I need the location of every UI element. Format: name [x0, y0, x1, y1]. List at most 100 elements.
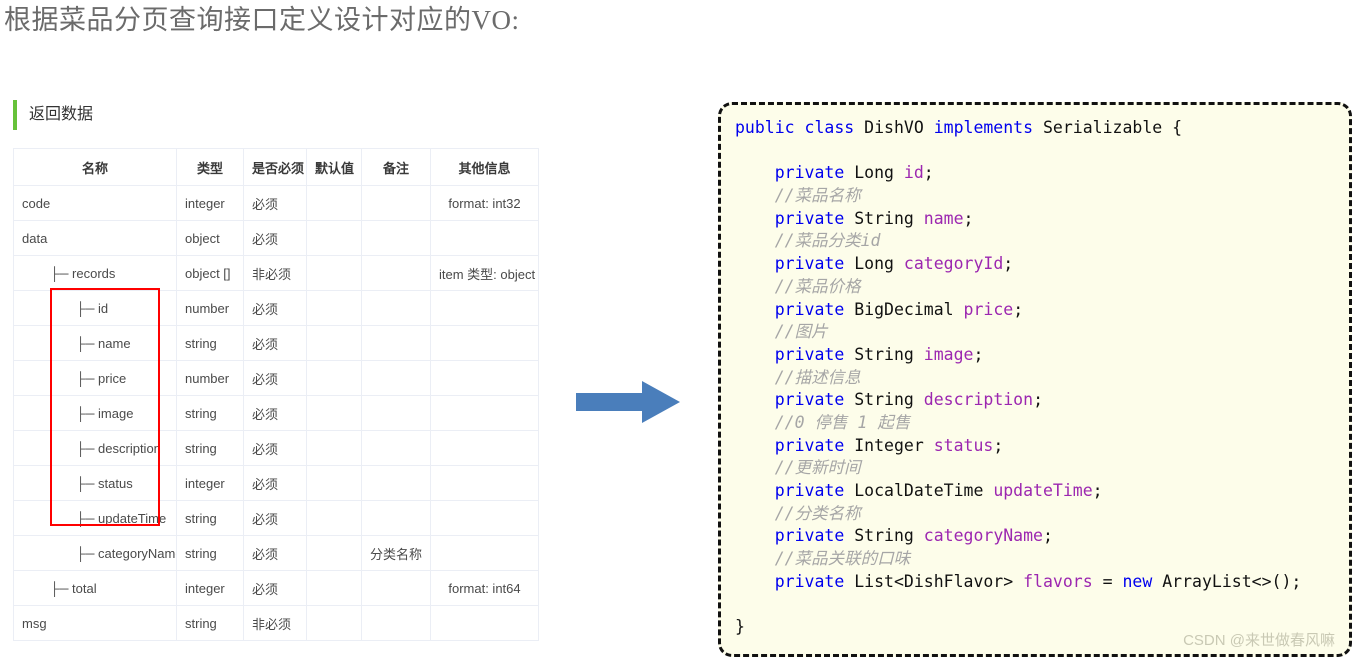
cell-field-note [361, 500, 431, 536]
code-line: private Long id; [735, 162, 1301, 185]
cell-field-required: 必须 [243, 220, 307, 256]
table-row: data object 必须 [13, 220, 539, 256]
table-body: code integer 必须 format: int32 data object 必须 ├─… [13, 185, 539, 641]
code-token: description [923, 390, 1034, 410]
code-token: image [923, 344, 974, 364]
code-token: private [774, 254, 845, 274]
cell-field-default [306, 255, 362, 291]
code-token: Long [854, 163, 894, 183]
table-row: ├─ image string 必须 [13, 395, 539, 431]
code-token: private [774, 390, 845, 410]
code-token: Serializable [1042, 118, 1163, 137]
code-token: ; [963, 208, 974, 228]
cell-field-name: ├─ price [13, 360, 177, 396]
code-token: ; [1003, 254, 1014, 274]
cell-field-default [306, 220, 362, 256]
cell-field-other [430, 535, 539, 571]
response-fields-table: 名称 类型 是否必须 默认值 备注 其他信息 code integer 必须 form… [13, 148, 539, 641]
code-line: private List<DishFlavor> flavors = new A… [735, 571, 1302, 594]
code-token: price [963, 299, 1014, 319]
code-token: implements [933, 118, 1034, 137]
cell-field-default [306, 185, 362, 221]
code-token: ; [1033, 390, 1043, 410]
code-token: String [854, 344, 914, 364]
cell-field-note [361, 290, 431, 326]
code-token: class [804, 118, 855, 137]
code-token: private [774, 481, 845, 500]
cell-field-name: ├─ description [13, 430, 177, 466]
cell-field-type: string [176, 395, 244, 431]
cell-field-name: ├─ records [13, 255, 177, 291]
cell-field-other: format: int32 [430, 185, 539, 221]
code-line: //描述信息 [735, 367, 1301, 390]
cell-field-default [306, 535, 362, 571]
watermark-text: CSDN @来世做春风嘛 [1183, 632, 1335, 649]
table-row: msg string 非必须 [13, 605, 539, 641]
cell-field-other [430, 395, 539, 431]
column-header-other: 其他信息 [430, 148, 539, 186]
table-header-row: 名称 类型 是否必须 默认值 备注 其他信息 [13, 148, 539, 186]
code-token: //菜品关联的口味 [774, 549, 911, 569]
code-token: id [903, 163, 924, 183]
code-token: String [854, 390, 914, 410]
table-row: ├─ total integer 必须 format: int64 [13, 570, 539, 606]
code-token: private [774, 571, 845, 591]
cell-field-required: 必须 [243, 465, 307, 501]
code-token: ; [923, 163, 934, 183]
cell-field-note [361, 220, 431, 256]
code-line: private BigDecimal price; [735, 299, 1301, 322]
cell-field-name: msg [13, 605, 177, 641]
code-line: //菜品名称 [735, 185, 1301, 208]
cell-field-note [361, 430, 431, 466]
cell-field-other [430, 220, 539, 256]
code-token: String [854, 208, 914, 228]
cell-field-name: ├─ id [13, 290, 177, 326]
code-line: //菜品关联的口味 [735, 548, 1301, 571]
code-token: //图片 [774, 322, 828, 342]
cell-field-default [306, 395, 362, 431]
column-header-required: 是否必须 [243, 148, 307, 186]
code-token: ; [1013, 299, 1024, 319]
code-token: name [923, 208, 964, 228]
code-token: List<DishFlavor> [854, 571, 1014, 591]
cell-field-name: ├─ updateTime [13, 500, 177, 536]
cell-field-required: 必须 [243, 185, 307, 221]
table-row: ├─ categoryName string 必须 分类名称 [13, 535, 539, 571]
cell-field-other [430, 430, 539, 466]
cell-field-default [306, 465, 362, 501]
code-token: //更新时间 [774, 458, 861, 478]
code-line: public class DishVO implements Serializa… [735, 117, 1301, 140]
code-token: private [774, 208, 845, 228]
cell-field-name: ├─ image [13, 395, 177, 431]
column-header-type: 类型 [176, 148, 244, 186]
code-line: private String categoryName; [735, 525, 1301, 548]
cell-field-required: 必须 [243, 360, 307, 396]
cell-field-default [306, 605, 362, 641]
cell-field-other: item 类型: object [430, 255, 539, 291]
code-line: //分类名称 [735, 503, 1301, 526]
column-header-note: 备注 [361, 148, 431, 186]
cell-field-default [306, 360, 362, 396]
cell-field-other [430, 325, 539, 361]
code-token: public [735, 118, 795, 137]
cell-field-name: code [13, 185, 177, 221]
cell-field-note [361, 570, 431, 606]
cell-field-name: ├─ status [13, 465, 177, 501]
cell-field-other: format: int64 [430, 570, 539, 606]
cell-field-type: integer [176, 465, 244, 501]
